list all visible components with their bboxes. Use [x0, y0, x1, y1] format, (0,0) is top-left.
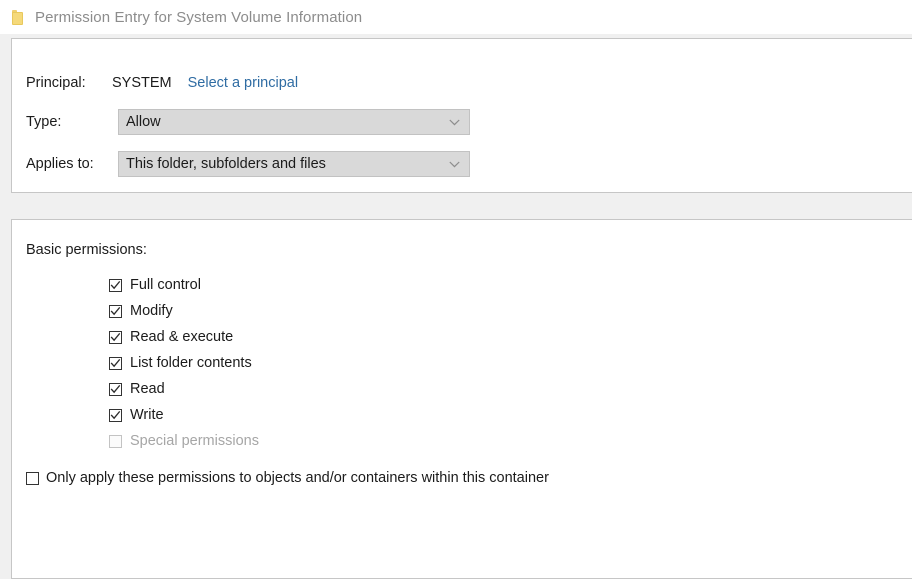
only-apply-checkbox[interactable]	[26, 472, 39, 485]
applies-to-row: Applies to: This folder, subfolders and …	[26, 151, 470, 177]
applies-to-dropdown[interactable]: This folder, subfolders and files	[118, 151, 470, 177]
permission-row[interactable]: Write	[109, 402, 259, 428]
permission-label: Read & execute	[130, 329, 233, 345]
permission-label: Read	[130, 381, 165, 397]
type-label: Type:	[26, 114, 118, 130]
principal-label: Principal:	[26, 75, 112, 91]
permission-row[interactable]: Read & execute	[109, 324, 259, 350]
applies-to-dropdown-value: This folder, subfolders and files	[119, 156, 326, 172]
principal-value: SYSTEM	[112, 75, 172, 91]
permission-row[interactable]: List folder contents	[109, 350, 259, 376]
permission-checkbox[interactable]	[109, 357, 122, 370]
basic-permissions-label: Basic permissions:	[26, 242, 147, 258]
chevron-down-icon	[447, 152, 461, 176]
only-apply-option-row[interactable]: Only apply these permissions to objects …	[26, 470, 549, 486]
type-dropdown-value: Allow	[119, 114, 161, 130]
principal-panel: Principal: SYSTEM Select a principal Typ…	[11, 38, 912, 193]
select-a-principal-link[interactable]: Select a principal	[188, 75, 298, 91]
principal-row: Principal: SYSTEM Select a principal	[26, 70, 298, 96]
folder-icon	[12, 10, 24, 25]
permission-checkbox[interactable]	[109, 331, 122, 344]
type-dropdown[interactable]: Allow	[118, 109, 470, 135]
permission-label: Special permissions	[130, 433, 259, 449]
permission-row[interactable]: Full control	[109, 272, 259, 298]
window-title: Permission Entry for System Volume Infor…	[35, 9, 362, 26]
permissions-panel: Basic permissions: Full control Modify Rea…	[11, 219, 912, 579]
type-row: Type: Allow	[26, 109, 470, 135]
permission-checkbox	[109, 435, 122, 448]
permission-checkbox[interactable]	[109, 383, 122, 396]
permission-checkbox[interactable]	[109, 305, 122, 318]
applies-to-label: Applies to:	[26, 156, 118, 172]
permission-label: Write	[130, 407, 164, 423]
only-apply-label: Only apply these permissions to objects …	[46, 470, 549, 486]
window-titlebar: Permission Entry for System Volume Infor…	[0, 0, 912, 34]
permission-row[interactable]: Modify	[109, 298, 259, 324]
permission-label: Modify	[130, 303, 173, 319]
permission-label: List folder contents	[130, 355, 252, 371]
permission-row[interactable]: Read	[109, 376, 259, 402]
permission-checkbox[interactable]	[109, 279, 122, 292]
basic-permissions-list: Full control Modify Read & execute List fol…	[109, 272, 259, 454]
permission-checkbox[interactable]	[109, 409, 122, 422]
chevron-down-icon	[447, 110, 461, 134]
permission-label: Full control	[130, 277, 201, 293]
permission-row: Special permissions	[109, 428, 259, 454]
